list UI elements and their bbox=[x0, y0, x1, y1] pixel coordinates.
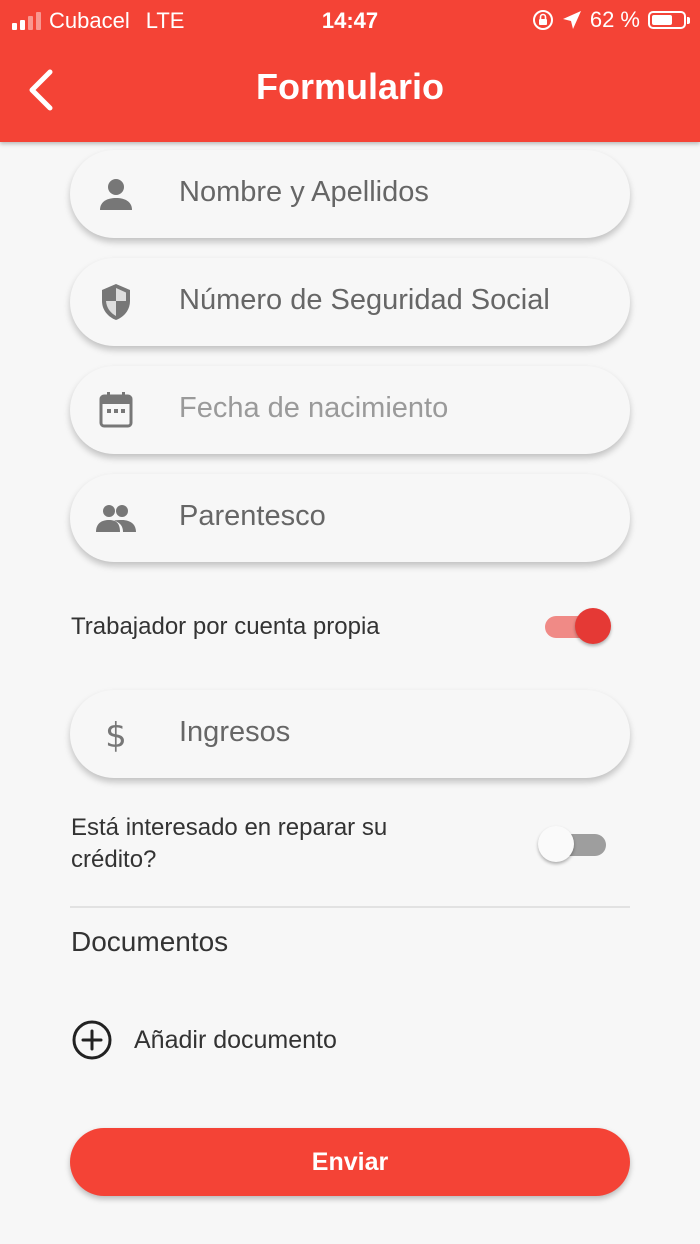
people-icon bbox=[96, 505, 136, 532]
social-security-field-text: Número de Seguridad Social bbox=[179, 284, 550, 316]
status-bar: Cubacel LTE 14:47 62 % bbox=[0, 0, 700, 40]
dollar-icon: $ bbox=[105, 716, 127, 754]
svg-text:$: $ bbox=[105, 716, 127, 754]
relationship-field-text: Parentesco bbox=[179, 500, 326, 532]
add-document-button[interactable]: Añadir documento bbox=[70, 1016, 337, 1064]
app-bar: Cubacel LTE 14:47 62 % Formulario bbox=[0, 0, 700, 142]
self-employed-switch[interactable] bbox=[541, 606, 611, 646]
submit-button[interactable]: Enviar bbox=[70, 1128, 630, 1196]
page-title: Formulario bbox=[255, 66, 444, 107]
shield-icon bbox=[102, 284, 130, 320]
divider bbox=[70, 906, 630, 908]
name-field-text: Nombre y Apellidos bbox=[179, 176, 429, 208]
name-field[interactable]: Nombre y Apellidos bbox=[70, 150, 630, 238]
plus-circle-icon bbox=[72, 1020, 112, 1060]
credit-repair-label: Está interesado en reparar su crédito? bbox=[71, 812, 387, 876]
orientation-lock-icon bbox=[532, 10, 553, 30]
calendar-icon bbox=[99, 392, 133, 428]
location-arrow-icon bbox=[562, 11, 581, 29]
battery-icon bbox=[648, 11, 690, 29]
credit-repair-switch[interactable] bbox=[536, 824, 606, 864]
birth-date-field[interactable]: Fecha de nacimiento bbox=[70, 366, 630, 454]
add-document-label: Añadir documento bbox=[134, 1025, 337, 1054]
battery-percent: 62 % bbox=[589, 7, 640, 32]
credit-repair-label-line2: crédito? bbox=[71, 846, 157, 873]
person-icon bbox=[100, 179, 132, 210]
income-field[interactable]: $ Ingresos bbox=[70, 690, 630, 778]
self-employed-label: Trabajador por cuenta propia bbox=[71, 613, 380, 640]
documents-heading: Documentos bbox=[71, 926, 229, 957]
credit-repair-label-line1: Está interesado en reparar su bbox=[71, 814, 388, 841]
income-field-text: Ingresos bbox=[179, 716, 291, 748]
birth-date-field-text: Fecha de nacimiento bbox=[179, 392, 449, 424]
relationship-field[interactable]: Parentesco bbox=[70, 474, 630, 562]
social-security-field[interactable]: Número de Seguridad Social bbox=[70, 258, 630, 346]
